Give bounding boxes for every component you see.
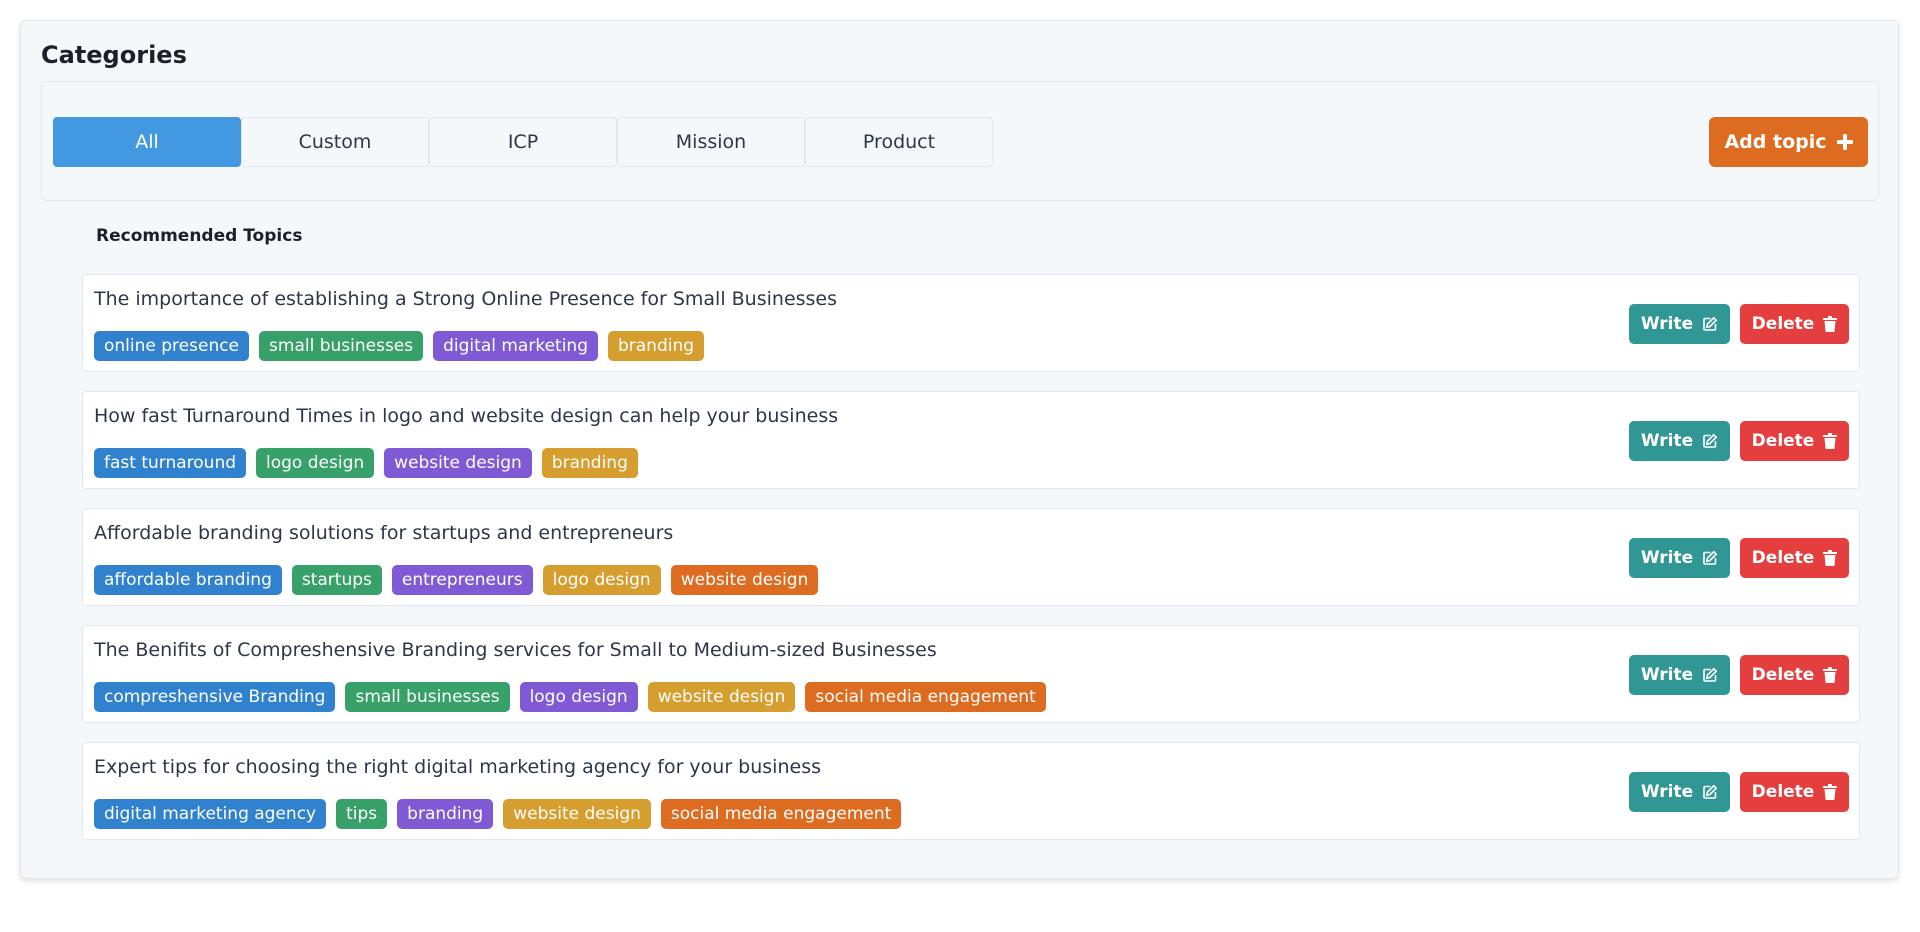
topic-tag: website design [384,448,532,478]
topic-tag: website design [647,682,796,712]
delete-button[interactable]: Delete [1740,772,1849,812]
topic-tag: fast turnaround [94,448,247,478]
add-topic-button[interactable]: Add topic [1709,117,1868,167]
write-label: Write [1640,314,1694,334]
topic-tag: compreshensive Branding [94,682,336,712]
delete-button[interactable]: Delete [1740,538,1849,578]
topic-tag: small businesses [345,682,510,712]
edit-icon [1702,433,1718,449]
write-label: Write [1640,665,1694,685]
topic-actions: Write Delete [1629,772,1849,812]
delete-button[interactable]: Delete [1740,655,1849,695]
topic-actions: Write Delete [1629,421,1849,461]
topic-tag: tips [336,799,388,829]
panel-title: Categories [41,41,187,69]
delete-label: Delete [1751,314,1815,334]
edit-icon [1702,550,1718,566]
topic-actions: Write Delete [1629,538,1849,578]
write-button[interactable]: Write [1629,655,1730,695]
edit-icon [1702,784,1718,800]
write-label: Write [1640,548,1694,568]
topic-tags: online presence small businesses digital m… [94,331,705,361]
topic-tag: entrepreneurs [391,565,533,595]
topic-tag: website design [503,799,651,829]
topic-tag: branding [397,799,494,829]
write-label: Write [1640,782,1694,802]
add-topic-label: Add topic [1724,131,1827,153]
topic-tag: branding [607,331,705,361]
delete-button[interactable]: Delete [1740,421,1849,461]
write-label: Write [1640,431,1694,451]
topic-tags: affordable branding startups entrepreneurs… [94,565,819,595]
topic-tag: logo design [256,448,375,478]
topic-card: The importance of establishing a Strong … [82,274,1860,372]
topic-card: Expert tips for choosing the right digit… [82,742,1860,840]
category-tabs-card: All Custom ICP Mission Product Add topic [41,81,1879,201]
edit-icon [1702,667,1718,683]
delete-button[interactable]: Delete [1740,304,1849,344]
trash-icon [1823,550,1838,566]
topic-title: The Benifits of Compreshensive Branding … [94,639,937,661]
topic-title: How fast Turnaround Times in logo and we… [94,405,839,427]
tab-mission[interactable]: Mission [617,117,805,167]
tab-icp[interactable]: ICP [429,117,617,167]
topic-tag: digital marketing [433,331,598,361]
topic-tags: digital marketing agency tips branding webs… [94,799,902,829]
edit-icon [1702,316,1718,332]
category-tabs: All Custom ICP Mission Product [53,117,993,167]
write-button[interactable]: Write [1629,772,1730,812]
topic-card: How fast Turnaround Times in logo and we… [82,391,1860,489]
delete-label: Delete [1751,665,1815,685]
delete-label: Delete [1751,782,1815,802]
topic-card: The Benifits of Compreshensive Branding … [82,625,1860,723]
topic-actions: Write Delete [1629,304,1849,344]
categories-panel: Categories All Custom ICP Mission Produc… [20,20,1899,879]
topic-list: The importance of establishing a Strong … [82,274,1860,859]
topic-tag: branding [541,448,638,478]
plus-icon [1836,134,1853,150]
trash-icon [1823,316,1838,332]
topic-tags: fast turnaround logo design website design… [94,448,638,478]
topic-tags: compreshensive Branding small businesses l… [94,682,1046,712]
write-button[interactable]: Write [1629,421,1730,461]
topic-actions: Write Delete [1629,655,1849,695]
topic-tag: logo design [542,565,661,595]
tab-all[interactable]: All [53,117,241,167]
topic-title: Affordable branding solutions for startu… [94,522,674,544]
trash-icon [1823,667,1838,683]
topic-tag: affordable branding [94,565,282,595]
topic-tag: social media engagement [660,799,902,829]
topic-title: The importance of establishing a Strong … [94,288,838,310]
tab-product[interactable]: Product [805,117,993,167]
delete-label: Delete [1751,548,1815,568]
delete-label: Delete [1751,431,1815,451]
topic-tag: website design [670,565,819,595]
topic-tag: small businesses [259,331,424,361]
section-title: Recommended Topics [96,226,303,246]
topic-tag: logo design [519,682,638,712]
topic-title: Expert tips for choosing the right digit… [94,756,821,778]
write-button[interactable]: Write [1629,538,1730,578]
trash-icon [1823,433,1838,449]
topic-card: Affordable branding solutions for startu… [82,508,1860,606]
write-button[interactable]: Write [1629,304,1730,344]
topic-tag: social media engagement [805,682,1046,712]
topic-tag: online presence [94,331,250,361]
topic-tag: digital marketing agency [94,799,327,829]
tab-custom[interactable]: Custom [241,117,429,167]
trash-icon [1823,784,1838,800]
topic-tag: startups [291,565,382,595]
